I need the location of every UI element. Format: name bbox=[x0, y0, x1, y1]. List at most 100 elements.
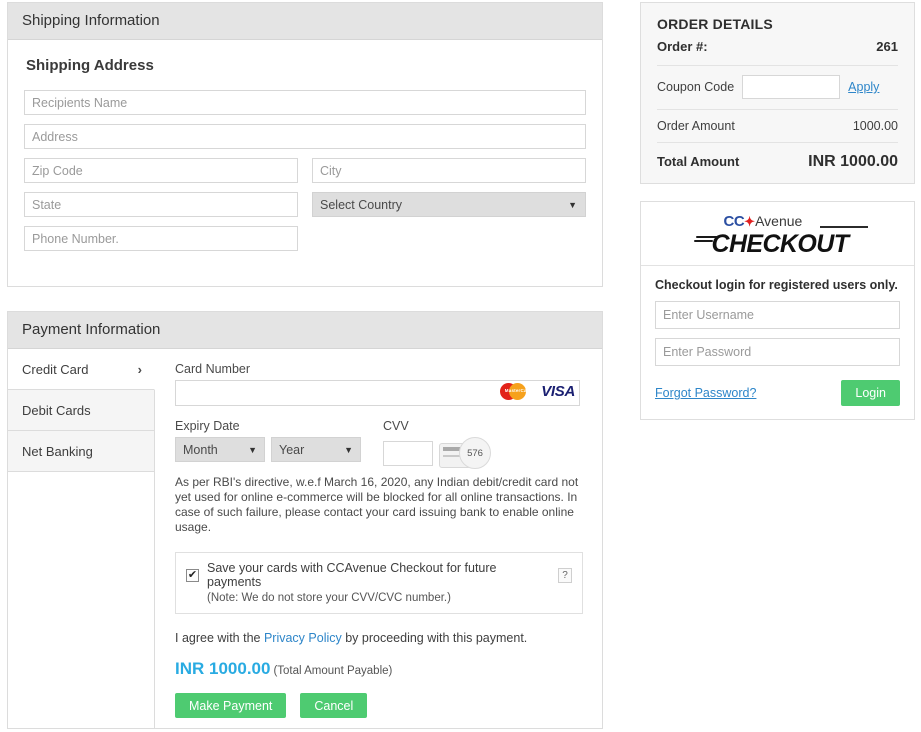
cvv-column: CVV 576 bbox=[383, 419, 583, 469]
login-body: Checkout login for registered users only… bbox=[641, 266, 914, 419]
payment-panel-header: Payment Information bbox=[8, 312, 602, 349]
left-column: Shipping Information Shipping Address Se… bbox=[7, 2, 603, 729]
logo-area: CC✦Avenue CHECKOUT bbox=[641, 202, 914, 266]
tab-debit-cards[interactable]: Debit Cards bbox=[8, 390, 154, 431]
privacy-agreement: I agree with the Privacy Policy by proce… bbox=[175, 631, 584, 645]
login-button[interactable]: Login bbox=[841, 380, 900, 406]
help-icon[interactable]: ? bbox=[558, 567, 572, 583]
logo-top-line: CC✦Avenue bbox=[723, 213, 868, 232]
tab-net-banking-label: Net Banking bbox=[22, 443, 93, 459]
cvv-hint-icon: 576 bbox=[439, 437, 495, 469]
cvv-input[interactable] bbox=[383, 440, 433, 466]
ccavenue-checkout-logo-icon: CC✦Avenue CHECKOUT bbox=[693, 213, 868, 257]
zip-code-input[interactable] bbox=[24, 158, 298, 183]
payment-actions: Make Payment Cancel bbox=[175, 693, 584, 718]
privacy-policy-link[interactable]: Privacy Policy bbox=[264, 631, 342, 645]
logo-avenue-text: Avenue bbox=[755, 213, 803, 229]
coupon-row: Coupon Code Apply bbox=[657, 66, 898, 110]
tab-net-banking[interactable]: Net Banking bbox=[8, 431, 154, 472]
recipient-name-input[interactable] bbox=[24, 90, 586, 115]
state-country-row: Select Country ▼ bbox=[24, 192, 586, 217]
payable-amount-value: INR 1000.00 bbox=[175, 659, 271, 678]
payment-information-panel: Payment Information Credit Card › Debit … bbox=[7, 311, 603, 729]
country-select-value: Select Country bbox=[320, 197, 402, 212]
cvv-digits-bubble: 576 bbox=[459, 437, 491, 469]
mastercard-icon: MasterCard bbox=[500, 383, 536, 400]
payable-amount-line: INR 1000.00 (Total Amount Payable) bbox=[175, 659, 584, 679]
order-details-panel: ORDER DETAILS Order #: 261 Coupon Code A… bbox=[640, 2, 915, 184]
checkout-page: Shipping Information Shipping Address Se… bbox=[0, 0, 921, 732]
expiry-month-value: Month bbox=[183, 442, 218, 457]
order-details-title: ORDER DETAILS bbox=[657, 16, 773, 32]
total-amount-value: INR 1000.00 bbox=[808, 153, 898, 170]
expiry-year-value: Year bbox=[279, 442, 305, 457]
logo-underline bbox=[819, 226, 868, 228]
rbi-directive-note: As per RBI's directive, w.e.f March 16, … bbox=[175, 475, 579, 534]
expiry-selects: Month ▼ Year ▼ bbox=[175, 437, 383, 462]
forgot-password-link[interactable]: Forgot Password? bbox=[655, 386, 756, 400]
logo-swoosh-icon bbox=[693, 236, 718, 245]
save-card-line: ✔ Save your cards with CCAvenue Checkout… bbox=[186, 561, 572, 589]
expiry-month-select[interactable]: Month ▼ bbox=[175, 437, 265, 462]
agree-prefix: I agree with the bbox=[175, 631, 264, 645]
card-number-label: Card Number bbox=[175, 362, 251, 376]
save-card-checkbox[interactable]: ✔ bbox=[186, 568, 199, 582]
order-number-row: Order #: 261 bbox=[657, 39, 898, 66]
order-amount-row: Order Amount 1000.00 bbox=[657, 110, 898, 143]
password-input[interactable] bbox=[655, 338, 900, 366]
login-footer: Forgot Password? Login bbox=[655, 380, 900, 406]
city-input[interactable] bbox=[312, 158, 586, 183]
shipping-panel-header: Shipping Information bbox=[8, 3, 602, 40]
username-input[interactable] bbox=[655, 301, 900, 329]
order-amount-label: Order Amount bbox=[657, 119, 735, 133]
country-select[interactable]: Select Country ▼ bbox=[312, 192, 586, 217]
coupon-code-input[interactable] bbox=[742, 75, 841, 99]
address-row bbox=[24, 124, 586, 149]
right-column: ORDER DETAILS Order #: 261 Coupon Code A… bbox=[640, 2, 915, 420]
save-card-note: (Note: We do not store your CVV/CVC numb… bbox=[207, 592, 451, 604]
expiry-date-label: Expiry Date bbox=[175, 419, 240, 433]
cvv-label: CVV bbox=[383, 419, 409, 433]
phone-row bbox=[24, 226, 586, 251]
save-card-label: Save your cards with CCAvenue Checkout f… bbox=[207, 561, 497, 589]
save-card-box: ✔ Save your cards with CCAvenue Checkout… bbox=[175, 552, 583, 614]
chevron-down-icon: ▼ bbox=[344, 444, 353, 455]
logo-cc-text: CC bbox=[723, 213, 745, 230]
payment-method-tabs: Credit Card › Debit Cards Net Banking bbox=[8, 349, 155, 728]
phone-number-input[interactable] bbox=[24, 226, 298, 251]
shipping-information-panel: Shipping Information Shipping Address Se… bbox=[7, 2, 603, 287]
expiry-column: Expiry Date Month ▼ Year ▼ bbox=[175, 419, 383, 469]
card-brand-logos: MasterCard VISA bbox=[500, 383, 575, 400]
checkout-login-panel: CC✦Avenue CHECKOUT Checkout login for re… bbox=[640, 201, 915, 420]
expiry-year-select[interactable]: Year ▼ bbox=[271, 437, 361, 462]
expiry-cvv-row: Expiry Date Month ▼ Year ▼ CVV 576 bbox=[175, 419, 584, 469]
cancel-button[interactable]: Cancel bbox=[300, 693, 368, 718]
shipping-panel-body: Shipping Address Select Country ▼ bbox=[8, 40, 602, 286]
apply-coupon-link[interactable]: Apply bbox=[848, 80, 879, 94]
tab-debit-cards-label: Debit Cards bbox=[22, 402, 91, 418]
credit-card-form: Card Number MasterCard VISA Expiry Date … bbox=[155, 349, 602, 728]
order-amount-value: 1000.00 bbox=[852, 119, 898, 133]
payment-panel-body: Credit Card › Debit Cards Net Banking Ca… bbox=[8, 349, 602, 728]
cvv-line: 576 bbox=[383, 437, 583, 469]
coupon-code-label: Coupon Code bbox=[657, 80, 735, 94]
chevron-down-icon: ▼ bbox=[248, 444, 257, 455]
recipient-row bbox=[24, 90, 586, 115]
payable-amount-caption: (Total Amount Payable) bbox=[273, 665, 393, 677]
card-number-wrap: MasterCard VISA bbox=[175, 380, 580, 406]
tabs-filler bbox=[8, 472, 154, 727]
address-input[interactable] bbox=[24, 124, 586, 149]
login-heading: Checkout login for registered users only… bbox=[655, 278, 898, 292]
tab-credit-card-label: Credit Card bbox=[22, 361, 89, 377]
tab-credit-card[interactable]: Credit Card › bbox=[8, 349, 155, 390]
make-payment-button[interactable]: Make Payment bbox=[175, 693, 287, 718]
order-number-label: Order #: bbox=[657, 39, 708, 54]
visa-icon: VISA bbox=[541, 383, 575, 400]
chevron-down-icon: ▼ bbox=[568, 199, 577, 210]
state-input[interactable] bbox=[24, 192, 298, 217]
shipping-address-title: Shipping Address bbox=[26, 57, 154, 74]
star-icon: ✦ bbox=[744, 214, 756, 229]
total-amount-row: Total Amount INR 1000.00 bbox=[657, 143, 898, 171]
chevron-right-icon: › bbox=[137, 361, 142, 377]
agree-suffix: by proceeding with this payment. bbox=[341, 631, 528, 645]
